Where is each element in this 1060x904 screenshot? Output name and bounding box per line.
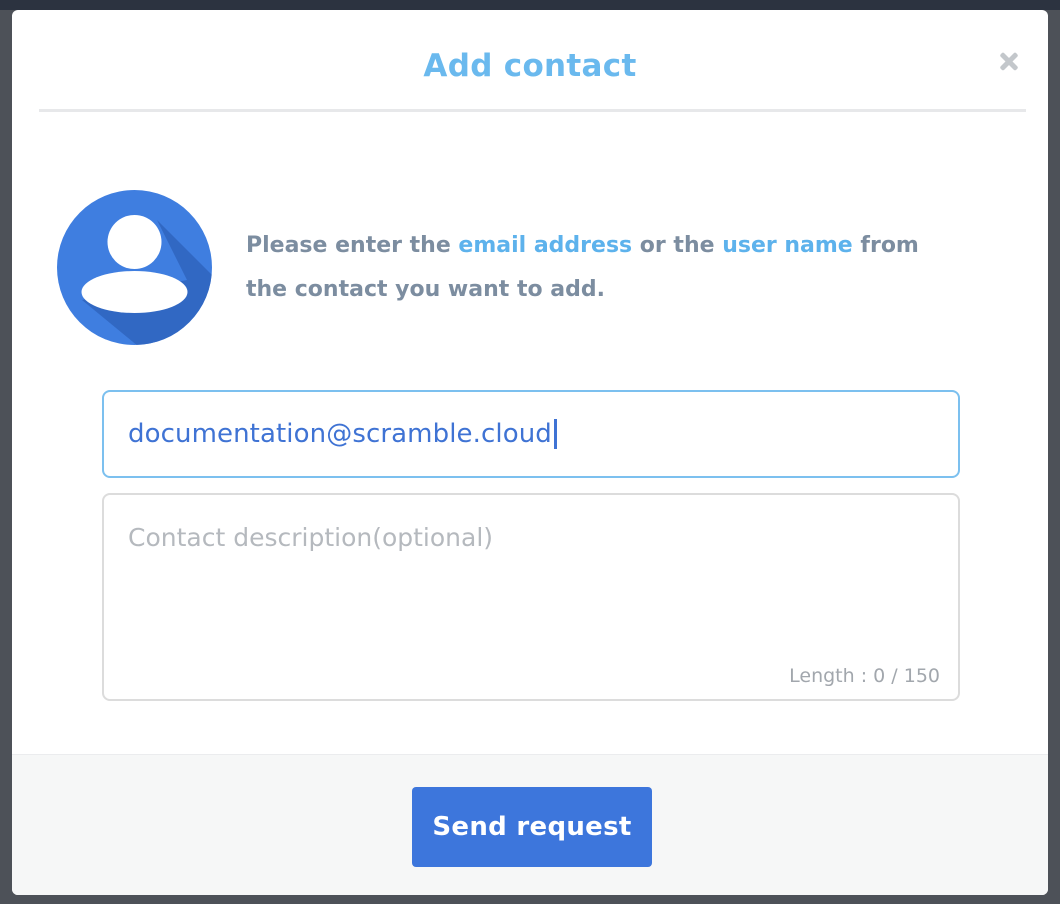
email-address-highlight: email address	[458, 233, 633, 258]
contact-description-textarea[interactable]: Contact description(optional) Length : 0…	[102, 493, 960, 701]
instructions-part: Please enter the	[246, 233, 459, 258]
text-caret	[553, 419, 557, 449]
dialog-footer: Send request	[12, 754, 1048, 895]
email-input[interactable]: documentation@scramble.cloud	[102, 390, 960, 478]
title-divider	[39, 109, 1026, 112]
user-avatar-icon	[57, 190, 212, 345]
email-input-value: documentation@scramble.cloud	[128, 419, 552, 449]
length-counter: Length : 0 / 150	[789, 665, 940, 687]
description-placeholder: Contact description(optional)	[128, 523, 494, 552]
user-name-highlight: user name	[722, 233, 853, 258]
instructions-text: Please enter the email address or the us…	[246, 224, 936, 312]
instructions-part: or the	[632, 233, 723, 258]
dialog-title: Add contact	[423, 48, 637, 84]
close-icon[interactable]	[996, 49, 1022, 75]
send-request-button[interactable]: Send request	[412, 787, 652, 867]
add-contact-dialog: Add contact Please enter the email addre…	[12, 10, 1048, 895]
